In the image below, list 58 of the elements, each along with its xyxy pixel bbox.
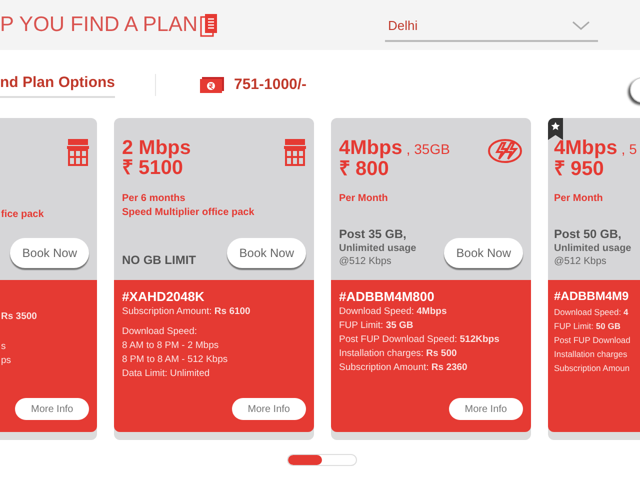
plan-data: , 35GB [406,140,450,159]
book-now-button[interactable]: Book Now [227,238,306,268]
plan-detail: Data Limit: Unlimited [122,367,210,381]
plan-speed: 2 Mbps [122,138,191,158]
plan-data: , 5 [621,140,637,159]
carousel-indicator [287,454,357,466]
plan-detail: Installation charges: Rs 500 [339,347,457,361]
plan-detail: Rs 3500 [1,310,37,324]
more-info-button[interactable]: More Info [232,398,306,420]
plan-detail: 8 AM to 8 PM - 2 Mbps [122,339,219,353]
plan-speed: 4Mbps [554,138,618,158]
usage-text: @512 Kbps [554,255,608,268]
plan-note: Per Month [554,192,604,206]
plan-speed: 4Mbps [339,138,402,158]
plan-price: ₹ 800 [339,159,389,179]
plan-detail: Subscription Amount: Rs 6100 [122,305,250,319]
plan-detail: Installation charges [554,348,628,361]
plan-detail: FUP Limit: 50 GB [554,320,620,333]
plan-detail: Subscription Amount: Rs 2360 [339,361,468,375]
plan-note: fice pack [1,208,45,222]
plan-detail: Post FUP Download [554,334,630,347]
plan-code: #XAHD2048K [122,288,204,305]
usage-text: Post 35 GB, [339,227,408,242]
plan-detail: Download Speed: 4 [554,306,628,319]
plan-detail: Download Speed: [122,325,197,339]
filter-tab[interactable]: nd Plan Options [0,72,115,98]
lightning-icon [487,138,523,164]
plan-price: ₹ 5100 [122,158,184,178]
more-info-button[interactable]: More Info [448,398,523,420]
more-info-button[interactable]: More Info [15,398,90,420]
usage-text: @512 Kbps [339,255,392,268]
plan-detail: Subscription Amoun [554,362,630,375]
chevron-down-icon [572,21,590,31]
plan-note: Speed Multiplier office pack [122,206,256,220]
plan-note: Per Month [339,192,389,206]
plan-note: Per 6 months [122,192,186,206]
usage-text: Unlimited usage [339,242,416,255]
book-now-button[interactable]: Book Now [444,238,523,268]
building-icon [67,138,89,166]
plan-detail: Post FUP Download Speed: 512Kbps [339,333,500,347]
plan-price: ₹ 950 [554,159,604,179]
document-icon [200,13,218,37]
usage-text: NO GB LIMIT [122,253,196,268]
plan-detail: s [1,340,6,354]
building-icon [284,138,306,166]
price-range: 751-1000/- [234,74,307,95]
plan-detail: FUP Limit: 35 GB [339,319,414,333]
page-title: P YOU FIND A PLAN [0,12,198,38]
plan-code: #ADBBM4M9 [554,288,629,305]
book-now-button[interactable]: Book Now [10,238,89,268]
usage-text: Post 50 GB, [554,227,622,242]
plan-detail: Download Speed: 4Mbps [339,305,447,319]
usage-text: Unlimited usage [554,242,632,255]
plan-detail: ps [1,354,12,368]
plan-code: #ADBBM4M800 [339,288,434,305]
location-select[interactable]: Delhi [385,12,598,42]
money-icon [200,77,224,93]
plan-detail: 8 PM to 8 AM - 512 Kbps [122,353,228,367]
